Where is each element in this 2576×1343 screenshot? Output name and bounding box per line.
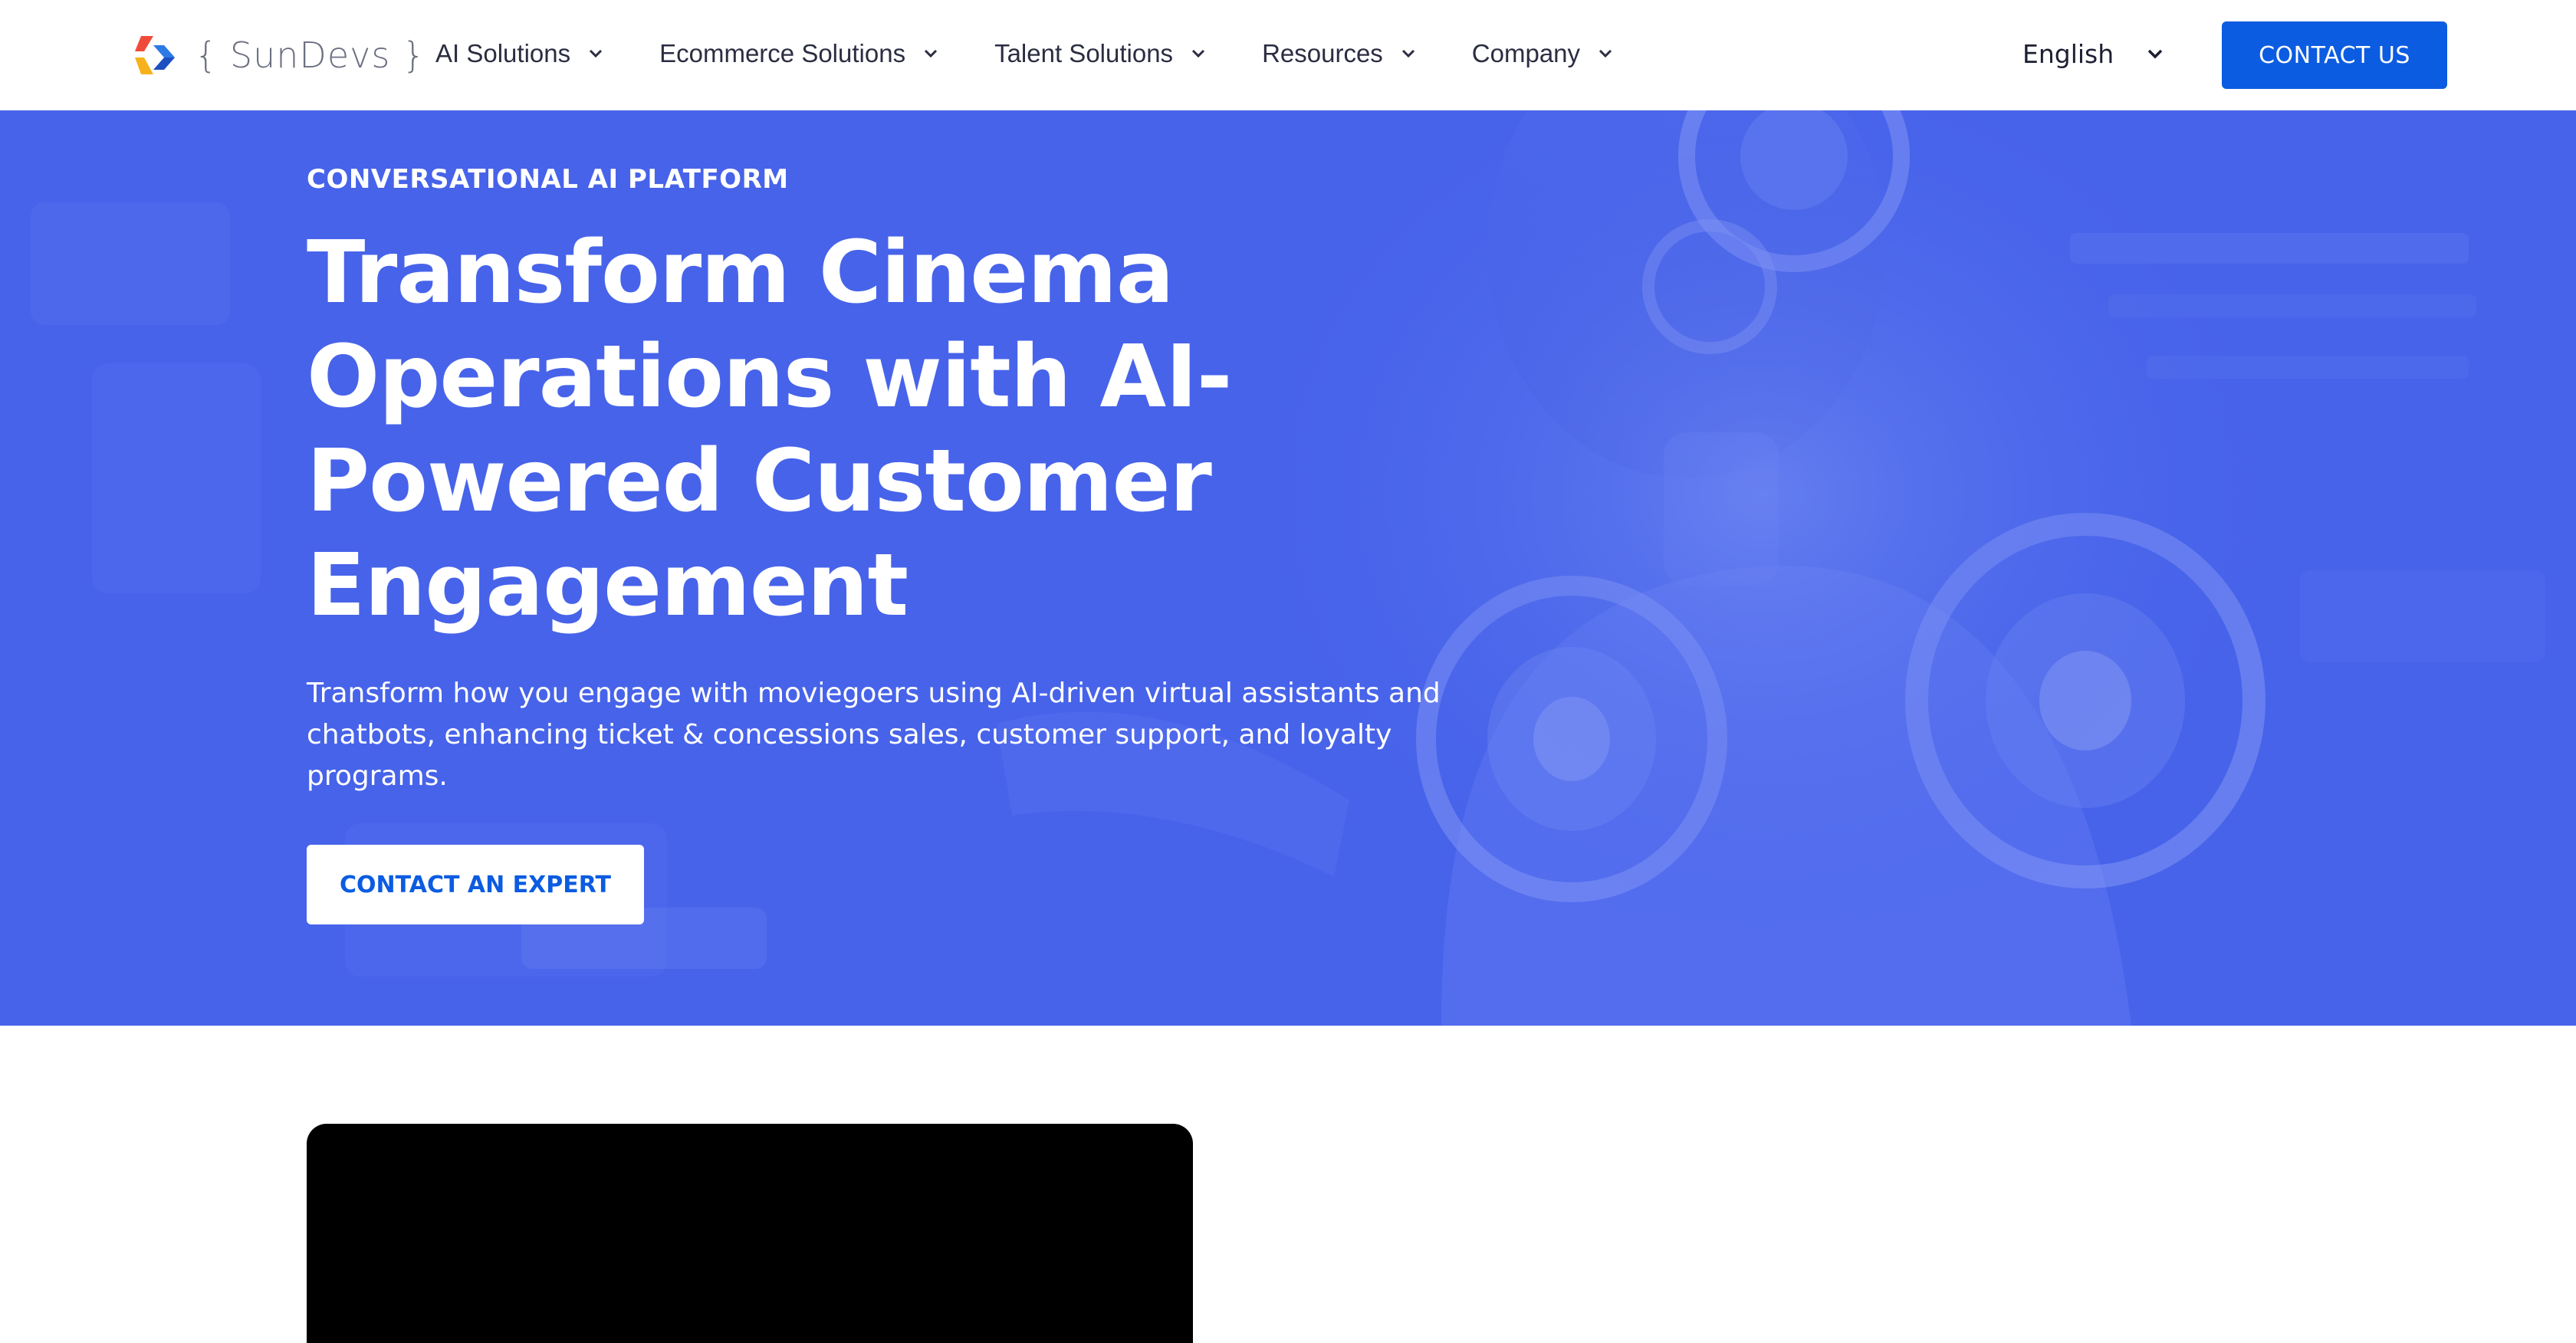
nav-ai-solutions[interactable]: AI Solutions	[435, 39, 606, 68]
logo[interactable]: { SunDevs }	[130, 31, 426, 80]
logo-text: { SunDevs }	[195, 34, 426, 76]
nav-label: Talent Solutions	[994, 39, 1174, 67]
contact-us-button[interactable]: CONTACT US	[2222, 21, 2447, 89]
language-select[interactable]: English	[2022, 34, 2166, 74]
chevron-down-icon	[2147, 49, 2163, 59]
nav-label: Company	[1471, 39, 1581, 67]
chevron-down-icon	[1192, 49, 1205, 58]
chevron-down-icon	[1598, 49, 1612, 58]
nav-label: AI Solutions	[435, 39, 571, 67]
hero-description: Transform how you engage with moviegoers…	[307, 678, 1441, 792]
hero-content: CONVERSATIONAL AI PLATFORM Transform Cin…	[307, 164, 1503, 924]
hero-title: Transform Cinema Operations with AI-Powe…	[307, 223, 1232, 635]
main-nav: AI Solutions Ecommerce Solutions Talent …	[435, 34, 1669, 74]
nav-ecommerce-solutions[interactable]: Ecommerce Solutions	[659, 39, 941, 68]
page: { SunDevs } AI Solutions Ecommerce Solut…	[0, 0, 2576, 1343]
sundevs-logo-icon	[135, 36, 175, 74]
nav-resources[interactable]: Resources	[1262, 39, 1418, 68]
nav-company[interactable]: Company	[1472, 39, 1615, 68]
nav-talent-solutions[interactable]: Talent Solutions	[994, 39, 1208, 68]
nav-label: Ecommerce Solutions	[659, 39, 906, 67]
language-label: English	[2022, 38, 2114, 69]
contact-expert-button[interactable]: CONTACT AN EXPERT	[307, 845, 644, 924]
hero-section: CONVERSATIONAL AI PLATFORM Transform Cin…	[0, 110, 2576, 1026]
chevron-down-icon	[1401, 49, 1414, 58]
hero-eyebrow: CONVERSATIONAL AI PLATFORM	[307, 164, 789, 195]
chevron-down-icon	[590, 49, 603, 58]
chevron-down-icon	[925, 49, 938, 58]
nav-label: Resources	[1262, 39, 1383, 67]
video-player[interactable]	[307, 1124, 1193, 1343]
site-header: { SunDevs } AI Solutions Ecommerce Solut…	[0, 0, 2576, 110]
